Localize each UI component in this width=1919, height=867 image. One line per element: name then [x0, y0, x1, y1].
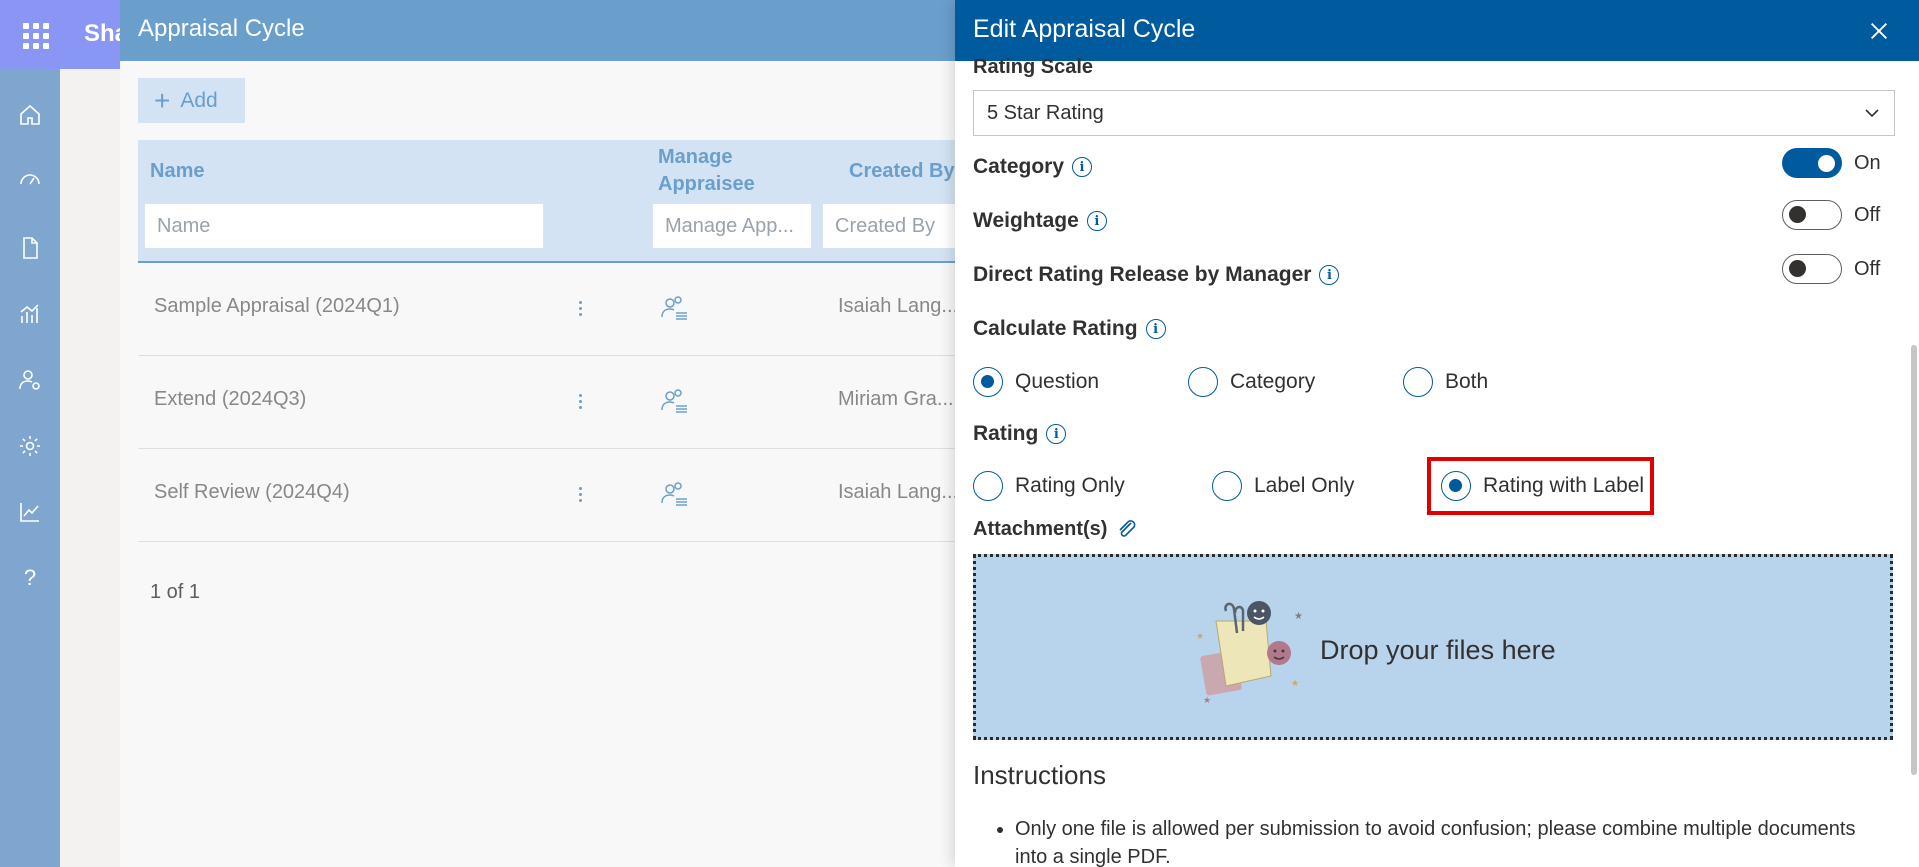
document-icon[interactable] — [17, 235, 43, 261]
direct-release-toggle-group: Off — [1782, 254, 1880, 284]
column-header-name[interactable]: Name — [150, 158, 204, 185]
edit-panel-header: Edit Appraisal Cycle — [955, 0, 1919, 61]
info-icon[interactable]: i — [1145, 319, 1166, 339]
name-filter-input[interactable] — [144, 203, 544, 249]
calculate-rating-both-radio[interactable]: Both — [1403, 367, 1488, 397]
category-toggle[interactable] — [1782, 148, 1842, 178]
close-icon[interactable] — [1863, 15, 1895, 47]
table-row[interactable]: Sample Appraisal (2024Q1) Isaiah Lang... — [138, 263, 965, 356]
calculate-rating-category-radio[interactable]: Category — [1188, 367, 1315, 397]
scrollbar[interactable] — [1911, 345, 1917, 775]
help-icon[interactable]: ? — [17, 565, 43, 591]
edit-panel-title: Edit Appraisal Cycle — [973, 15, 1196, 43]
row-created-by: Isaiah Lang... — [838, 481, 959, 503]
performance-icon[interactable] — [17, 168, 43, 194]
svg-text:★: ★ — [1291, 678, 1299, 688]
settings-icon[interactable] — [17, 433, 43, 459]
manage-appraisee-icon[interactable] — [659, 481, 689, 509]
rating-scale-value: 5 Star Rating — [987, 101, 1104, 124]
left-navigation-rail: ? — [0, 69, 60, 867]
plus-icon: + — [154, 84, 171, 116]
add-button-label: Add — [180, 88, 218, 112]
info-icon[interactable]: i — [1072, 157, 1093, 177]
list-item: Only one file is allowed per submission … — [1015, 815, 1875, 867]
radio-button — [973, 471, 1003, 501]
more-options-icon[interactable] — [570, 386, 590, 416]
paperclip-icon[interactable] — [1115, 517, 1139, 541]
svg-text:★: ★ — [1196, 631, 1204, 641]
calculate-rating-question-radio[interactable]: Question — [973, 367, 1099, 397]
pagination-text: 1 of 1 — [150, 581, 201, 603]
rating-scale-label: Rating Scale — [973, 56, 1094, 78]
radio-button — [973, 367, 1003, 397]
radio-button — [1212, 471, 1242, 501]
info-icon[interactable]: i — [1319, 265, 1340, 285]
rating-label: Rating i — [973, 422, 1067, 446]
chevron-down-icon — [1865, 109, 1879, 118]
manage-appraisee-icon[interactable] — [659, 388, 689, 416]
app-launcher-icon[interactable] — [18, 18, 50, 50]
row-name: Sample Appraisal (2024Q1) — [154, 295, 400, 317]
category-toggle-group: On — [1782, 148, 1881, 178]
column-header-created-by[interactable]: Created By — [849, 158, 955, 185]
radio-button — [1403, 367, 1433, 397]
highlight-box — [1427, 457, 1654, 515]
radio-button — [1188, 367, 1218, 397]
manage-appraisee-filter-input[interactable] — [652, 203, 812, 249]
weightage-toggle[interactable] — [1782, 200, 1842, 230]
row-created-by: Isaiah Lang... — [838, 295, 959, 317]
created-by-filter-input[interactable] — [822, 203, 965, 249]
row-created-by: Miriam Gra... — [838, 388, 954, 410]
table-row[interactable]: Self Review (2024Q4) Isaiah Lang... — [138, 449, 965, 542]
weightage-toggle-state: Off — [1854, 203, 1881, 226]
category-toggle-state: On — [1854, 151, 1881, 174]
add-button[interactable]: + Add — [138, 78, 245, 123]
column-header-manage-appraisee-line2[interactable]: Appraisee — [658, 171, 755, 198]
home-icon[interactable] — [17, 102, 43, 128]
svg-text:★: ★ — [1203, 695, 1211, 705]
trend-icon[interactable] — [17, 499, 43, 525]
label-only-radio[interactable]: Label Only — [1212, 471, 1354, 501]
more-options-icon[interactable] — [570, 293, 590, 323]
rating-only-radio[interactable]: Rating Only — [973, 471, 1125, 501]
drop-files-illustration-icon: ★ ★ ★ ★ — [1196, 601, 1303, 705]
direct-release-toggle-state: Off — [1854, 257, 1881, 280]
svg-text:★: ★ — [1294, 611, 1303, 622]
info-icon[interactable]: i — [1086, 211, 1107, 231]
file-drop-zone[interactable]: ★ ★ ★ ★ Drop your files here — [973, 554, 1893, 740]
panel-title: Appraisal Cycle — [138, 15, 305, 42]
calculate-rating-label: Calculate Rating i — [973, 317, 1166, 341]
grid-header: Name Manage Appraisee Created By — [138, 140, 965, 263]
column-header-manage-appraisee-line1[interactable]: Manage — [658, 144, 732, 171]
more-options-icon[interactable] — [570, 479, 590, 509]
weightage-label: Weightage i — [973, 209, 1107, 233]
manage-appraisee-icon[interactable] — [659, 295, 689, 323]
weightage-toggle-group: Off — [1782, 200, 1880, 230]
info-icon[interactable]: i — [1046, 424, 1067, 444]
edit-appraisal-cycle-panel: Edit Appraisal Cycle Rating Scale 5 Star… — [955, 0, 1919, 867]
analytics-icon[interactable] — [17, 301, 43, 327]
instructions-title: Instructions — [973, 760, 1106, 790]
user-settings-icon[interactable] — [17, 367, 43, 393]
row-name: Self Review (2024Q4) — [154, 481, 350, 503]
direct-release-toggle[interactable] — [1782, 254, 1842, 284]
drop-zone-text: Drop your files here — [1320, 635, 1556, 665]
direct-rating-release-label: Direct Rating Release by Manager i — [973, 263, 1340, 287]
rating-scale-dropdown[interactable]: 5 Star Rating — [973, 90, 1895, 136]
table-row[interactable]: Extend (2024Q3) Miriam Gra... — [138, 356, 965, 449]
category-label: Category i — [973, 155, 1093, 179]
instructions-list: Only one file is allowed per submission … — [1015, 815, 1875, 867]
row-name: Extend (2024Q3) — [154, 388, 307, 410]
appraisal-cycle-panel: Appraisal Cycle + Add Name Manage Apprai… — [120, 0, 965, 867]
appraisal-cycle-header: Appraisal Cycle — [120, 0, 965, 61]
attachments-label: Attachment(s) — [973, 517, 1139, 541]
